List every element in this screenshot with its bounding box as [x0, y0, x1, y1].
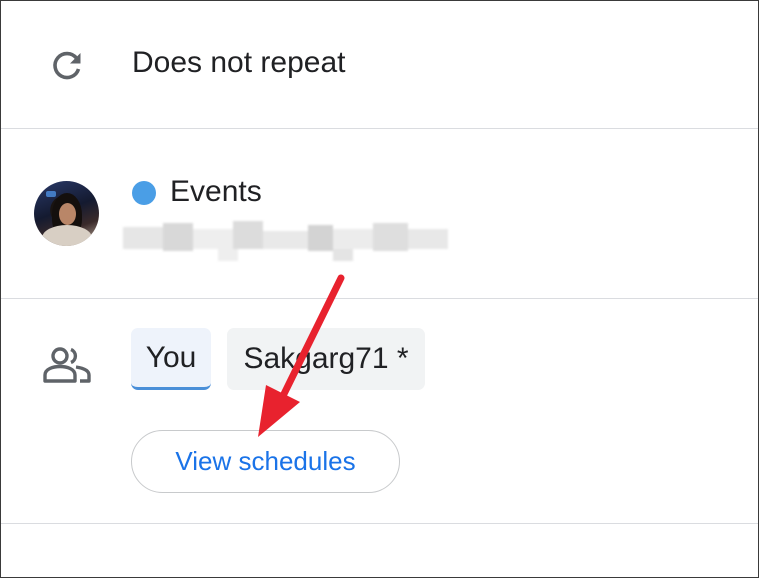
guest-chip-label: Sakgarg71 * [243, 342, 409, 375]
people-icon [43, 347, 91, 383]
calendar-row[interactable] [1, 129, 758, 298]
guest-chip[interactable]: Sakgarg71 * [227, 328, 425, 390]
view-schedules-button[interactable]: View schedules [131, 430, 400, 493]
repeat-label: Does not repeat [132, 46, 346, 79]
redacted-email [123, 217, 448, 263]
divider [1, 298, 758, 299]
guest-chip-label: You [145, 340, 197, 374]
calendar-name: Events [170, 175, 262, 208]
divider [1, 523, 758, 524]
calendar-color-dot [132, 181, 156, 205]
repeat-icon [53, 51, 81, 80]
avatar [34, 181, 99, 246]
view-schedules-label: View schedules [175, 446, 356, 476]
guest-chip-you[interactable]: You [131, 328, 211, 390]
repeat-row[interactable]: Does not repeat [1, 1, 758, 129]
event-details-panel: Does not repeat Events You Sakgarg71 * V… [0, 0, 759, 578]
